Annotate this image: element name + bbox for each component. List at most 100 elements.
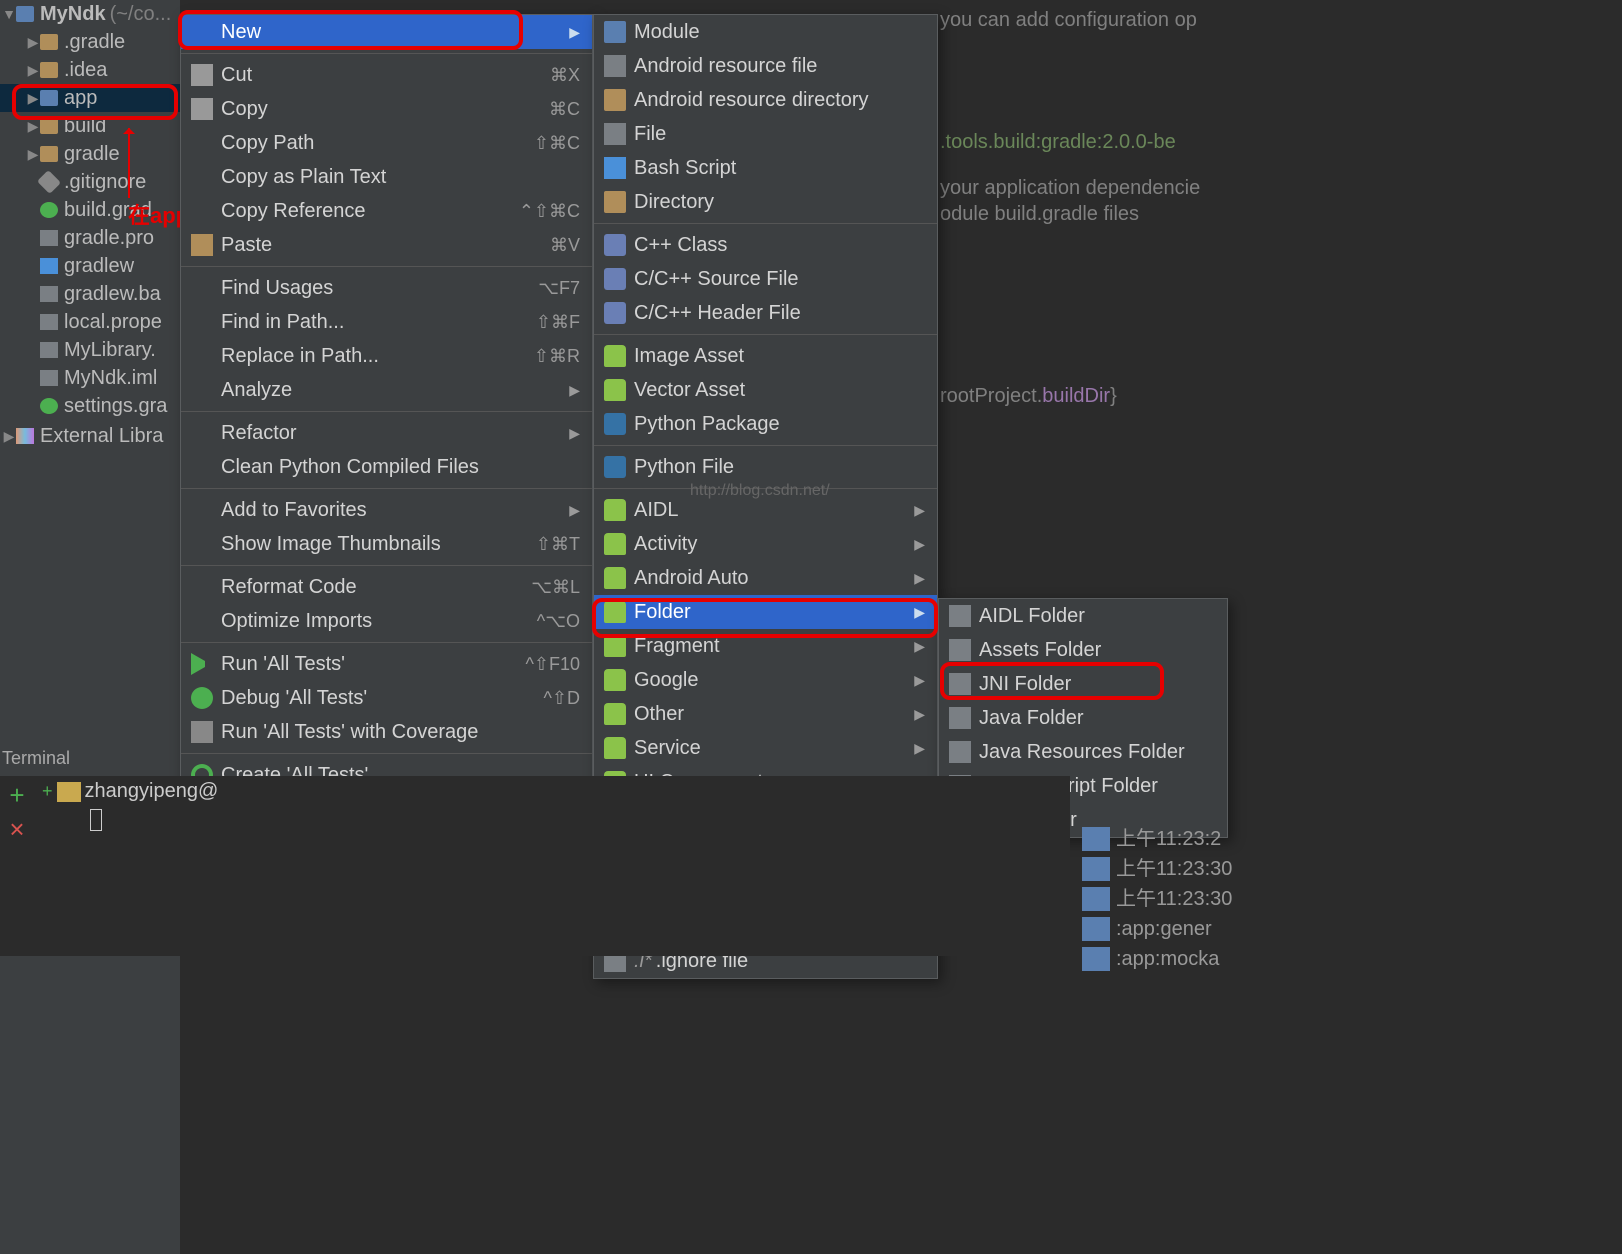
menu-item-find-in-path-[interactable]: Find in Path...⇧⌘F [181, 305, 592, 339]
log-row[interactable]: 上午11:23:30 [1082, 854, 1622, 884]
menu-item-file[interactable]: File [594, 117, 937, 151]
menu-item-activity[interactable]: Activity▶ [594, 527, 937, 561]
menu-item-c-c-source-file[interactable]: C/C++ Source File [594, 262, 937, 296]
folder-icon [604, 191, 626, 213]
menu-separator [181, 753, 592, 754]
tree-item-gitignore[interactable]: .gitignore [0, 168, 180, 196]
menu-item-python-file[interactable]: Python File [594, 450, 937, 484]
menu-item-c-class[interactable]: C++ Class [594, 228, 937, 262]
menu-item-show-image-thumbnails[interactable]: Show Image Thumbnails⇧⌘T [181, 527, 592, 561]
menu-item-refactor[interactable]: Refactor▶ [181, 416, 592, 450]
log-text: :app:mocka [1116, 944, 1219, 974]
menu-item-label: Folder [634, 601, 906, 624]
log-row[interactable]: 上午11:23:30 [1082, 884, 1622, 914]
terminal-panel[interactable] [0, 776, 1070, 956]
menu-item-copy-as-plain-text[interactable]: Copy as Plain Text [181, 160, 592, 194]
menu-item-service[interactable]: Service▶ [594, 731, 937, 765]
menu-item-add-to-favorites[interactable]: Add to Favorites▶ [181, 493, 592, 527]
menu-item-find-usages[interactable]: Find Usages⌥F7 [181, 271, 592, 305]
file-icon [40, 370, 58, 386]
menu-item-paste[interactable]: Paste⌘V [181, 228, 592, 262]
menu-item-java-resources-folder[interactable]: Java Resources Folder [939, 735, 1227, 769]
menu-item-label: Other [634, 703, 906, 726]
tree-arrow-icon[interactable]: ▶ [26, 118, 40, 135]
tree-arrow-icon[interactable]: ▶ [26, 90, 40, 107]
menu-item-cut[interactable]: Cut⌘X [181, 58, 592, 92]
tree-item-label: .gitignore [64, 171, 146, 194]
tree-item-gradle[interactable]: ▶gradle [0, 140, 180, 168]
terminal-add-icon[interactable]: + [4, 780, 30, 806]
log-row[interactable]: 上午11:23:2 [1082, 824, 1622, 854]
menu-item-python-package[interactable]: Python Package [594, 407, 937, 441]
tree-item-gradlewba[interactable]: gradlew.ba [0, 280, 180, 308]
menu-item-aidl-folder[interactable]: AIDL Folder [939, 599, 1227, 633]
menu-item-run-all-tests-with-coverage[interactable]: Run 'All Tests' with Coverage [181, 715, 592, 749]
menu-item-label: New [221, 21, 561, 44]
menu-item-run-all-tests-[interactable]: Run 'All Tests'^⇧F10 [181, 647, 592, 681]
file-icon [604, 123, 626, 145]
tree-item-build[interactable]: ▶build [0, 112, 180, 140]
menu-item-android-resource-file[interactable]: Android resource file [594, 49, 937, 83]
build-log-panel[interactable]: 上午11:23:2上午11:23:30上午11:23:30:app:gener:… [1082, 824, 1622, 974]
tree-item-idea[interactable]: ▶.idea [0, 56, 180, 84]
tree-arrow-icon[interactable]: ▶ [2, 428, 16, 445]
tree-item-app[interactable]: ▶app [0, 84, 180, 112]
menu-item-directory[interactable]: Directory [594, 185, 937, 219]
menu-item-android-resource-directory[interactable]: Android resource directory [594, 83, 937, 117]
menu-item-label: Android Auto [634, 567, 906, 590]
project-tree-panel[interactable]: ▼ MyNdk (~/co... ▶.gradle▶.idea▶app▶buil… [0, 0, 180, 740]
tree-arrow-icon[interactable]: ▶ [26, 146, 40, 163]
tree-item-MyNdkiml[interactable]: MyNdk.iml [0, 364, 180, 392]
menu-item-java-folder[interactable]: Java Folder [939, 701, 1227, 735]
menu-item-label: Java Folder [979, 707, 1215, 730]
terminal-prompt: zhangyipeng@ [85, 780, 219, 803]
and-icon [604, 533, 626, 555]
terminal-tool-label[interactable]: Terminal [2, 748, 70, 769]
tree-item-settingsgra[interactable]: settings.gra [0, 392, 180, 420]
menu-item-copy-reference[interactable]: Copy Reference⌃⇧⌘C [181, 194, 592, 228]
menu-item-copy[interactable]: Copy⌘C [181, 92, 592, 126]
tree-item-localprope[interactable]: local.prope [0, 308, 180, 336]
menu-item-module[interactable]: Module [594, 15, 937, 49]
menu-item-jni-folder[interactable]: JNI Folder [939, 667, 1227, 701]
menu-item-analyze[interactable]: Analyze▶ [181, 373, 592, 407]
menu-item-c-c-header-file[interactable]: C/C++ Header File [594, 296, 937, 330]
terminal-tab[interactable]: + zhangyipeng@ [42, 780, 218, 803]
menu-item-assets-folder[interactable]: Assets Folder [939, 633, 1227, 667]
folder-icon [40, 146, 58, 162]
menu-item-optimize-imports[interactable]: Optimize Imports^⌥O [181, 604, 592, 638]
tree-item-gradlew[interactable]: gradlew [0, 252, 180, 280]
tree-item-gradle[interactable]: ▶.gradle [0, 28, 180, 56]
menu-item-replace-in-path-[interactable]: Replace in Path...⇧⌘R [181, 339, 592, 373]
menu-item-shortcut: ⇧⌘T [536, 534, 580, 555]
menu-item-google[interactable]: Google▶ [594, 663, 937, 697]
external-libraries-label[interactable]: External Libra [40, 425, 163, 448]
menu-item-android-auto[interactable]: Android Auto▶ [594, 561, 937, 595]
menu-item-image-asset[interactable]: Image Asset [594, 339, 937, 373]
log-row[interactable]: :app:gener [1082, 914, 1622, 944]
tree-arrow-icon[interactable]: ▶ [26, 62, 40, 79]
menu-item-reformat-code[interactable]: Reformat Code⌥⌘L [181, 570, 592, 604]
tree-item-MyLibrary[interactable]: MyLibrary. [0, 336, 180, 364]
menu-item-folder[interactable]: Folder▶ [594, 595, 937, 629]
menu-item-copy-path[interactable]: Copy Path⇧⌘C [181, 126, 592, 160]
menu-item-vector-asset[interactable]: Vector Asset [594, 373, 937, 407]
and-icon [604, 737, 626, 759]
menu-item-label: Find in Path... [221, 311, 524, 334]
menu-item-debug-all-tests-[interactable]: Debug 'All Tests'^⇧D [181, 681, 592, 715]
menu-item-other[interactable]: Other▶ [594, 697, 937, 731]
terminal-close-icon[interactable]: × [4, 814, 30, 840]
tree-arrow-icon[interactable]: ▶ [26, 34, 40, 51]
menu-item-bash-script[interactable]: Bash Script [594, 151, 937, 185]
menu-item-label: Python File [634, 456, 925, 479]
menu-item-clean-python-compiled-files[interactable]: Clean Python Compiled Files [181, 450, 592, 484]
log-row[interactable]: :app:mocka [1082, 944, 1622, 974]
log-icon [1082, 947, 1110, 971]
menu-item-label: Android resource file [634, 55, 925, 78]
editor-text: .tools.build:gradle:2.0.0-be [940, 126, 1176, 158]
menu-item-new[interactable]: New▶ [181, 15, 592, 49]
tree-item-label: MyLibrary. [64, 339, 156, 362]
project-root-label[interactable]: MyNdk [40, 3, 106, 26]
menu-item-fragment[interactable]: Fragment▶ [594, 629, 937, 663]
tree-arrow-icon[interactable]: ▼ [2, 6, 16, 22]
